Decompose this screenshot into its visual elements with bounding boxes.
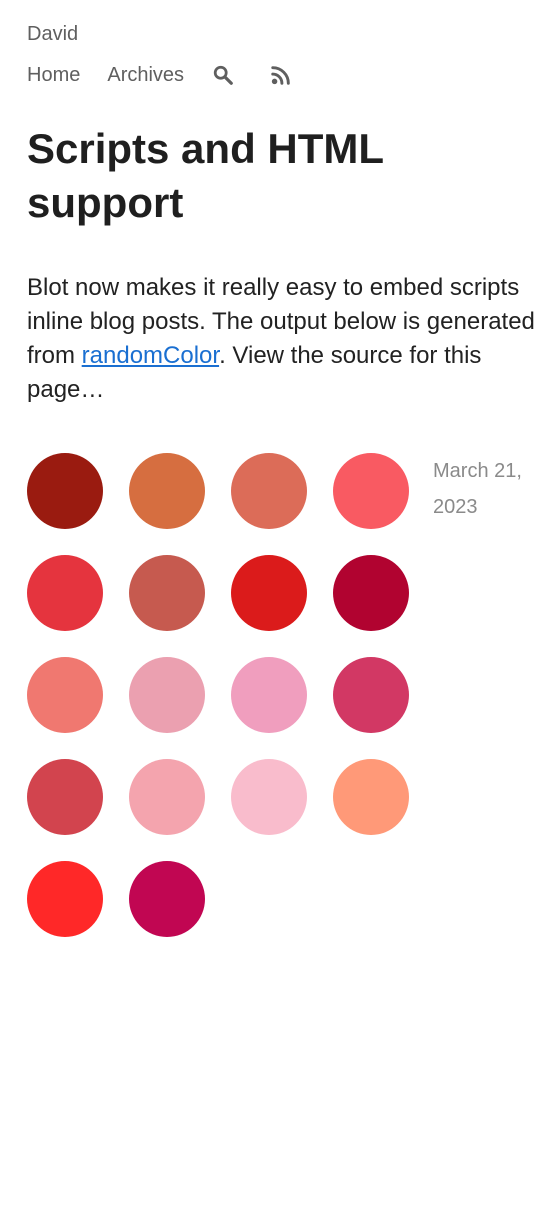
color-swatch — [333, 555, 409, 631]
post-date: March 21, 2023 — [433, 460, 522, 518]
color-swatch — [27, 555, 103, 631]
post-title: Scripts and HTML support — [27, 125, 384, 226]
color-swatch — [129, 453, 205, 529]
color-swatch — [27, 759, 103, 835]
rss-icon[interactable] — [269, 63, 293, 87]
color-swatch — [231, 453, 307, 529]
color-swatch — [231, 657, 307, 733]
color-swatch — [27, 453, 103, 529]
color-swatch — [333, 657, 409, 733]
color-swatch — [231, 555, 307, 631]
nav-home-link[interactable]: Home — [27, 64, 80, 87]
color-swatch — [27, 657, 103, 733]
color-swatch — [129, 657, 205, 733]
color-swatch — [129, 759, 205, 835]
main-nav: Home Archives — [27, 61, 327, 89]
post-intro: Blot now makes it really easy to embed s… — [27, 271, 542, 407]
color-swatch — [129, 555, 205, 631]
color-swatch — [333, 453, 409, 529]
color-swatch — [333, 759, 409, 835]
color-swatch — [129, 861, 205, 937]
color-swatch — [27, 861, 103, 937]
search-icon[interactable] — [211, 63, 235, 87]
random-color-link[interactable]: randomColor — [82, 342, 219, 369]
nav-archives-link[interactable]: Archives — [107, 64, 184, 87]
site-name-link[interactable]: David — [27, 23, 78, 46]
color-swatch — [231, 759, 307, 835]
